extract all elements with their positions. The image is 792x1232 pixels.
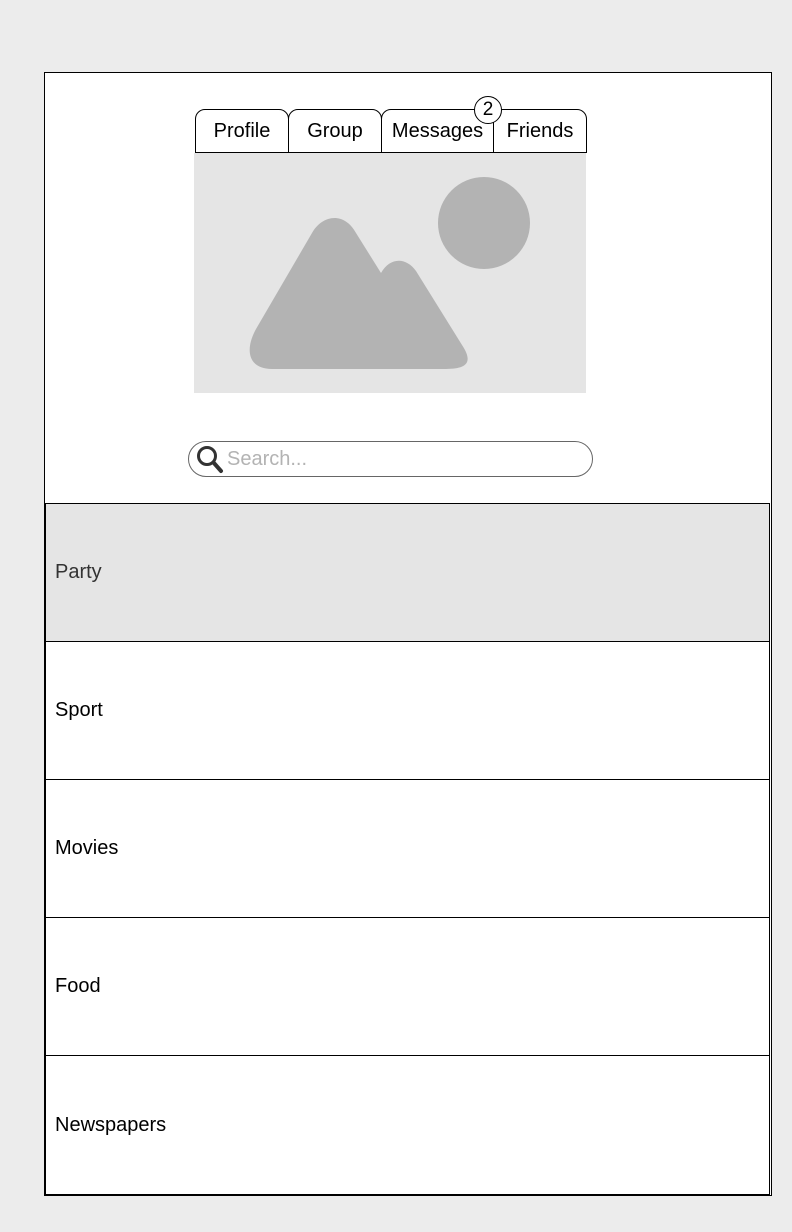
tab-profile-label: Profile (213, 119, 271, 142)
list-item-newspapers[interactable]: Newspapers (46, 1056, 769, 1194)
list-item-label: Party (55, 561, 102, 583)
category-list: Party Sport Movies Food Newspapers (45, 503, 770, 1195)
list-item-party[interactable]: Party (46, 504, 769, 642)
messages-count-badge: 2 (474, 96, 502, 124)
list-item-label: Newspapers (55, 1113, 167, 1136)
list-item-label: Sport (55, 699, 103, 721)
list-item-food[interactable]: Food (46, 918, 769, 1056)
list-item-label: Food (55, 975, 101, 997)
image-icon (249, 177, 530, 369)
list-item-sport[interactable]: Sport (46, 642, 769, 780)
list-item-label: Movies (55, 837, 119, 859)
tab-messages-label: Messages (391, 119, 484, 142)
tab-friends[interactable]: Friends (493, 109, 587, 153)
image-placeholder (194, 153, 586, 393)
app-frame: Profile Group Messages Friends 2 Party S… (44, 72, 772, 1196)
tab-group-label: Group (307, 119, 363, 142)
tab-group[interactable]: Group (288, 109, 382, 153)
search-field[interactable] (188, 441, 593, 477)
list-item-movies[interactable]: Movies (46, 780, 769, 918)
search-icon (196, 444, 224, 474)
messages-count: 2 (482, 99, 494, 120)
tab-profile[interactable]: Profile (195, 109, 289, 153)
search-input[interactable] (224, 447, 567, 471)
tab-friends-label: Friends (506, 119, 574, 142)
